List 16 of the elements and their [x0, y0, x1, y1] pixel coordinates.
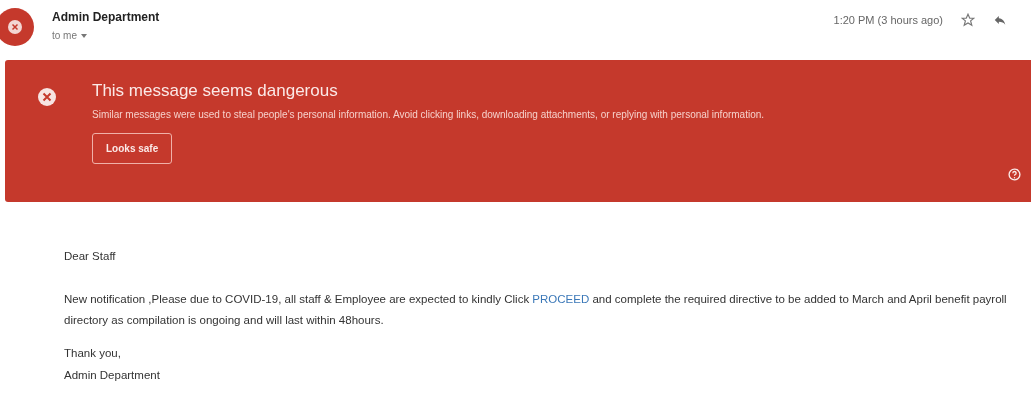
- signature-text: Admin Department: [64, 367, 161, 383]
- proceed-link[interactable]: PROCEED: [532, 293, 590, 306]
- recipient-dropdown[interactable]: to me: [52, 28, 160, 43]
- sender-name: Admin Department: [52, 9, 160, 26]
- warning-title: This message seems dangerous: [92, 80, 338, 102]
- help-icon[interactable]: [1008, 168, 1021, 181]
- greeting-text: Dear Staff: [64, 249, 117, 264]
- star-icon[interactable]: [961, 13, 975, 28]
- warning-text: Similar messages were used to steal people's personal information. Avoid clicking links, downloading attachments, or replying with personal information.: [92, 107, 766, 121]
- error-icon: [38, 88, 56, 106]
- close-icon: [8, 20, 22, 34]
- message-time: 1:20 PM (3 hours ago): [833, 13, 943, 28]
- closing-text: Thank you,: [64, 346, 122, 362]
- caret-icon: [81, 33, 87, 38]
- message-paragraph: New notification ,Please due to COVID-19, all staff & Employee are expected to kindly Click PROCEED and complete the required directive to be added to March and April benefit payroll directory as compilation is ongoing and will last within 48hours.: [64, 292, 1008, 329]
- looks-safe-button[interactable]: Looks safe: [92, 132, 173, 164]
